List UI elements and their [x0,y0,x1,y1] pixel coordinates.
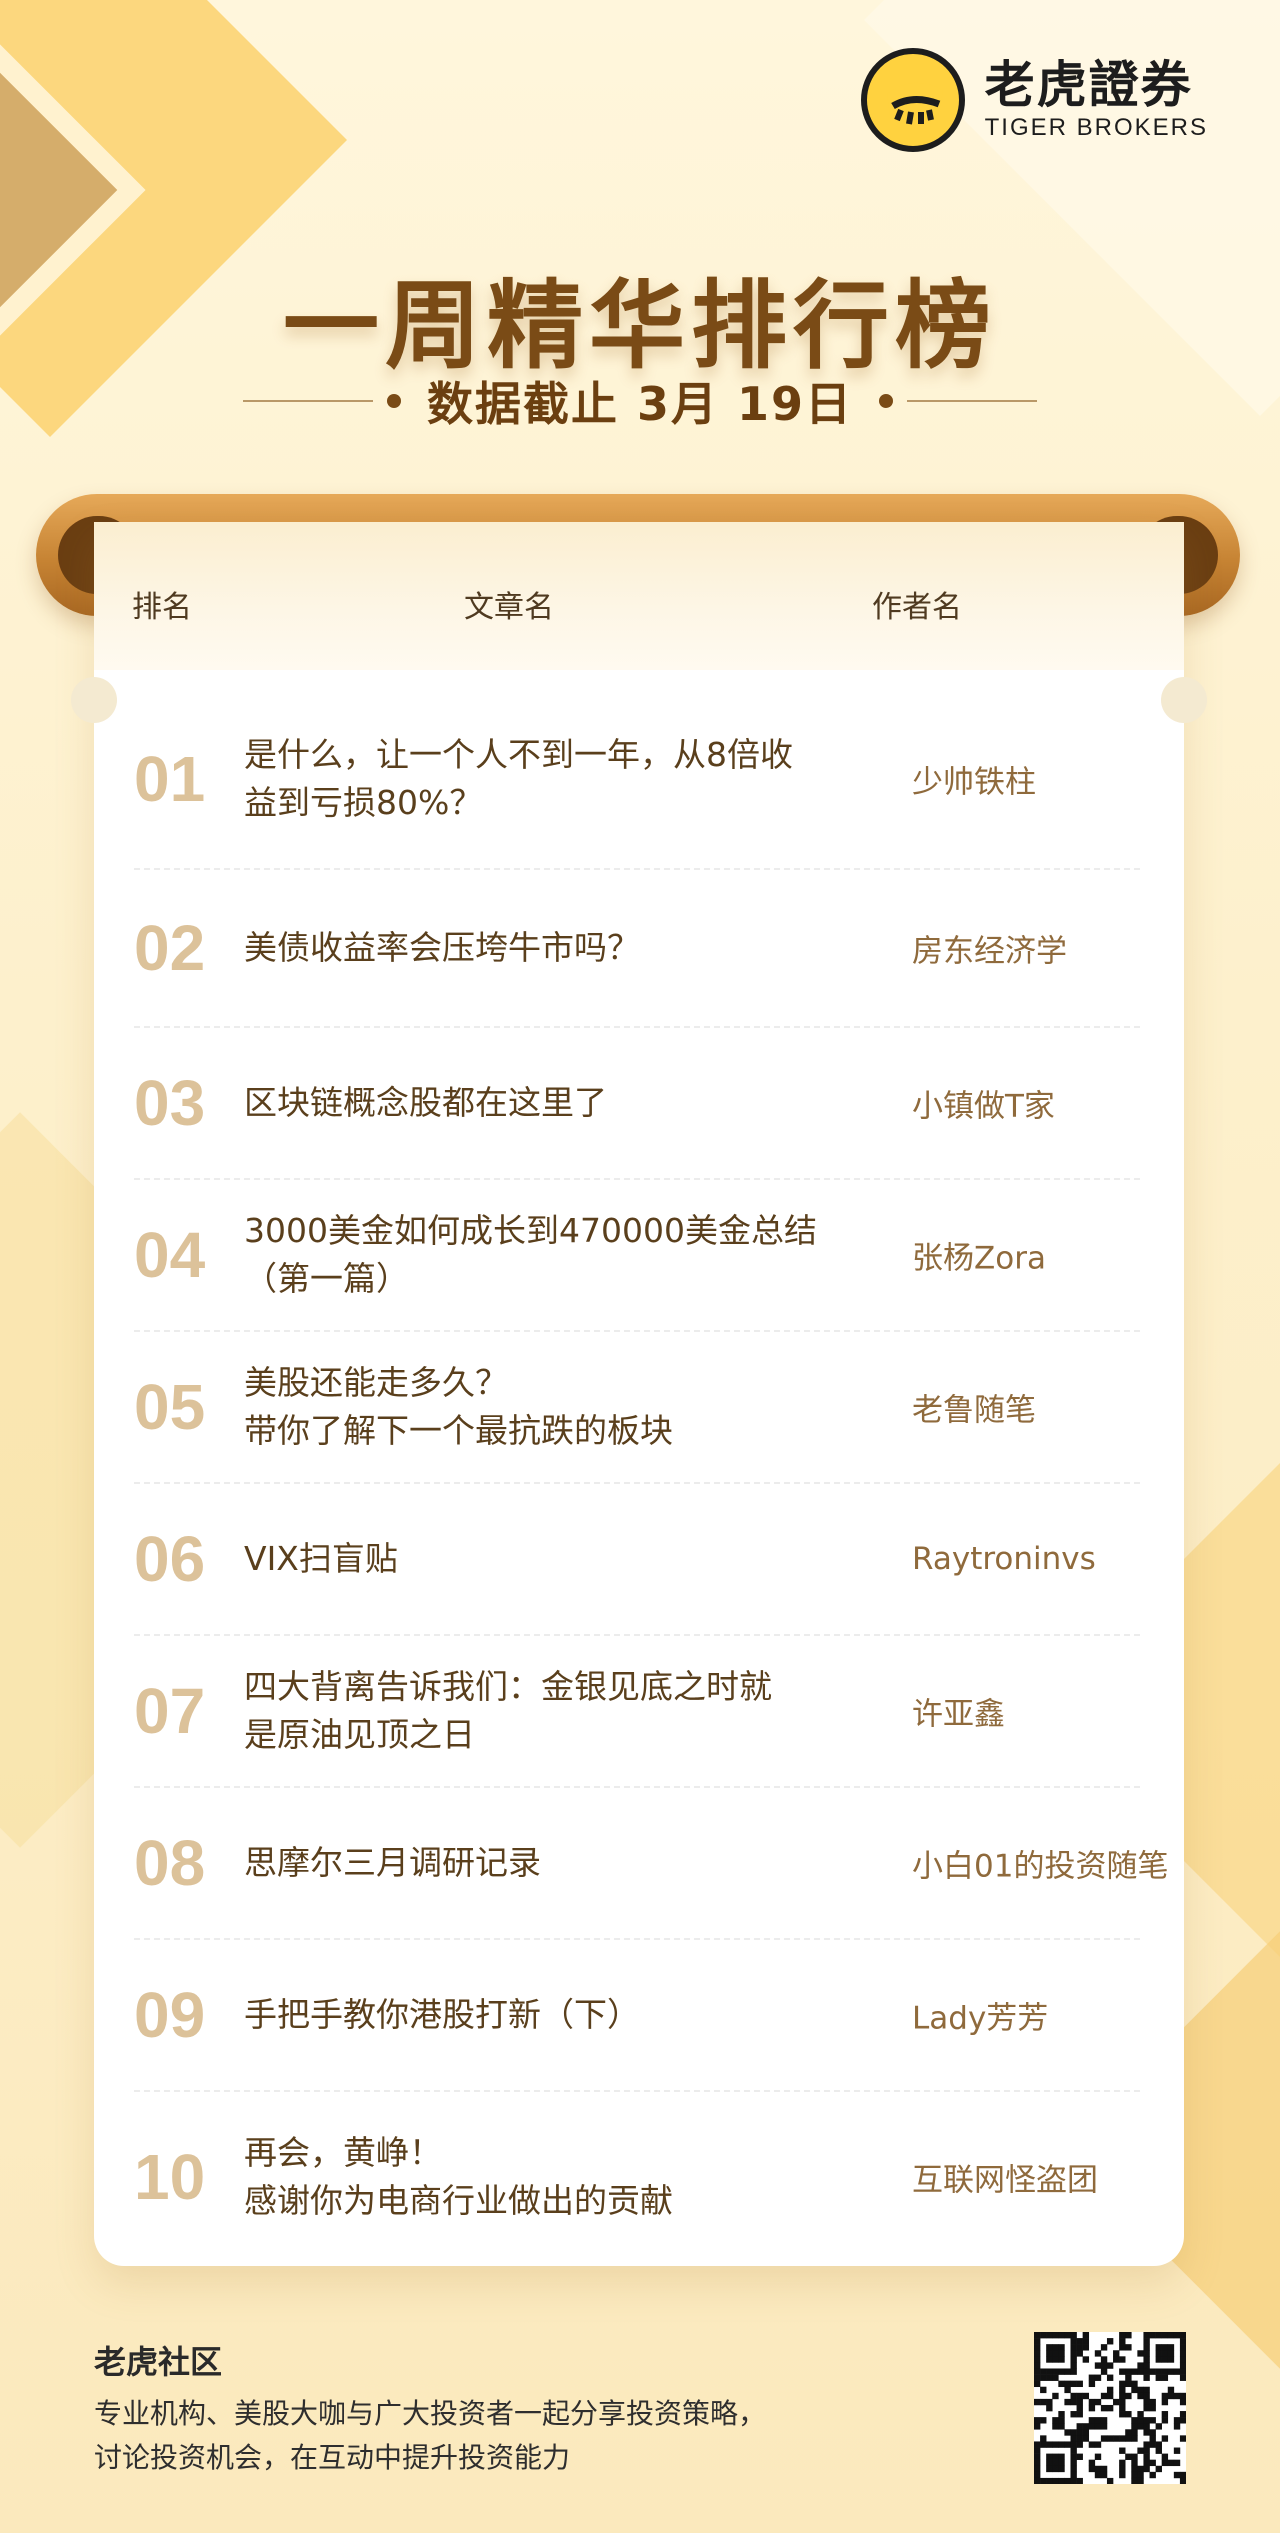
article-title[interactable]: 是什么，让一个人不到一年，从8倍收 益到亏损80%？ [244,731,864,827]
author-name[interactable]: 张杨Zora [912,1233,1046,1278]
subtitle-row: 数据截止 3月 19日 [0,368,1280,434]
table-row[interactable]: 01 是什么，让一个人不到一年，从8倍收 益到亏损80%？ 少帅铁柱 [134,690,1140,870]
table-row[interactable]: 06 VIX扫盲贴 Raytroninvs [134,1484,1140,1636]
author-name[interactable]: 老鲁随笔 [912,1385,1036,1430]
rank-number: 07 [134,1675,206,1747]
article-title[interactable]: 美股还能走多久？ 带你了解下一个最抗跌的板块 [244,1359,864,1455]
table-row[interactable]: 02 美债收益率会压垮牛市吗？ 房东经济学 [134,870,1140,1028]
header-author: 作者名 [872,590,962,625]
brand-logo: 老虎證券 TIGER BROKERS [860,48,1208,152]
data-cutoff-date: 数据截止 3月 19日 [426,377,854,431]
page-title: 一周精华排行榜 [283,270,997,382]
article-title[interactable]: VIX扫盲贴 [244,1535,864,1583]
rank-number: 02 [134,912,206,984]
author-name[interactable]: 小镇做T家 [912,1081,1055,1126]
author-name[interactable]: 互联网怪盗团 [912,2155,1098,2200]
author-name[interactable]: 许亚鑫 [912,1689,1005,1734]
footer-description: 专业机构、美股大咖与广大投资者一起分享投资策略， 讨论投资机会，在互动中提升投资… [94,2397,767,2474]
rank-number: 01 [134,743,206,815]
table-row[interactable]: 03 区块链概念股都在这里了 小镇做T家 [134,1028,1140,1180]
rank-number: 08 [134,1827,206,1899]
author-name[interactable]: 房东经济学 [912,926,1067,971]
article-title[interactable]: 再会，黄峥！ 感谢你为电商行业做出的贡献 [244,2129,864,2225]
bullet-icon [386,394,401,408]
divider [242,400,373,402]
author-name[interactable]: Lady芳芳 [912,1993,1048,2038]
author-name[interactable]: Raytroninvs [912,1541,1096,1577]
table-row[interactable]: 07 四大背离告诉我们：金银见底之时就 是原油见顶之日 许亚鑫 [134,1636,1140,1788]
table-row[interactable]: 05 美股还能走多久？ 带你了解下一个最抗跌的板块 老鲁随笔 [134,1332,1140,1484]
rank-number: 06 [134,1523,206,1595]
author-name[interactable]: 少帅铁柱 [912,757,1036,802]
rank-number: 04 [134,1219,206,1291]
tiger-logo-icon [860,48,965,152]
article-title[interactable]: 四大背离告诉我们：金银见底之时就 是原油见顶之日 [244,1663,864,1759]
table-row[interactable]: 04 3000美金如何成长到470000美金总结 （第一篇） 张杨Zora [134,1180,1140,1332]
author-name[interactable]: 小白01的投资随笔 [912,1841,1168,1886]
article-title[interactable]: 区块链概念股都在这里了 [244,1079,864,1127]
article-title[interactable]: 思摩尔三月调研记录 [244,1839,864,1887]
table-row[interactable]: 10 再会，黄峥！ 感谢你为电商行业做出的贡献 互联网怪盗团 [134,2092,1140,2262]
table-row[interactable]: 09 手把手教你港股打新（下） Lady芳芳 [134,1940,1140,2092]
table-row[interactable]: 08 思摩尔三月调研记录 小白01的投资随笔 [134,1788,1168,1940]
card-notch [71,677,117,723]
article-title[interactable]: 美债收益率会压垮牛市吗？ [244,924,864,972]
bullet-icon [879,394,894,408]
rank-number: 03 [134,1067,206,1139]
ranking-card: 排名 文章名 作者名 01 是什么，让一个人不到一年，从8倍收 益到亏损80%？… [71,522,1207,2266]
table-header: 排名 文章名 作者名 [94,522,1184,670]
footer-title: 老虎社区 [94,2343,223,2381]
brand-name-cn: 老虎證券 [984,56,1193,114]
header-rank: 排名 [132,590,192,625]
qr-code-icon[interactable] [1034,2332,1187,2485]
header-article: 文章名 [464,590,554,625]
rank-number: 05 [134,1371,206,1443]
divider [907,400,1038,402]
rank-number: 09 [134,1979,206,2051]
brand-name-en: TIGER BROKERS [984,114,1208,141]
rank-number: 10 [134,2141,206,2213]
article-title[interactable]: 手把手教你港股打新（下） [244,1991,864,2039]
article-title[interactable]: 3000美金如何成长到470000美金总结 （第一篇） [244,1207,864,1303]
card-notch [1161,677,1207,723]
